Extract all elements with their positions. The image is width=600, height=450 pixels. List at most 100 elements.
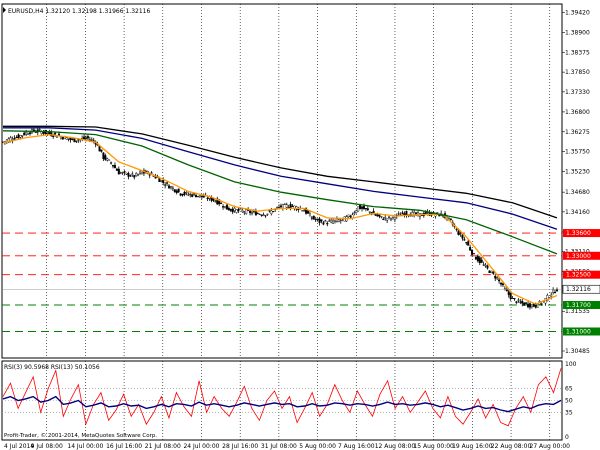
bull-candle-body [268,210,271,212]
bear-candle-body [123,171,126,173]
bull-candle-body [135,173,138,176]
bear-candle-body [85,137,88,139]
x-axis-tick-label: 22 Aug 08:00 [491,443,532,450]
bull-candle-body [65,137,68,140]
bull-candle-body [324,220,327,222]
bull-candle-body [270,210,273,215]
bear-candle-body [67,138,70,140]
bear-candle-body [83,136,86,140]
bull-candle-body [245,209,248,214]
bull-candle-body [171,187,174,190]
bull-candle-body [447,217,450,219]
bull-candle-body [334,219,337,222]
bear-candle-body [112,164,115,167]
x-axis-tick-label: 16 Jul 16:00 [106,443,142,450]
bear-candle-body [467,241,470,246]
bull-candle-body [482,264,485,266]
x-axis-tick-label: 28 Jul 16:00 [222,443,258,450]
bull-candle-body [332,220,335,224]
symbol-info-label: EURUSD,H4 1.32120 1.32198 1.31966 1.3211… [8,8,150,15]
bull-candle-body [185,192,188,194]
bear-candle-body [507,291,510,295]
bear-candle-body [376,214,379,217]
bull-candle-body [187,194,190,196]
y-axis-tick-label: 1.36275 [565,129,590,136]
x-axis-tick-label: 7 Aug 16:00 [338,443,375,450]
bear-candle-body [200,195,203,198]
bull-candle-body [169,186,172,188]
trading-terminal: 4 Jul 2014 9 Jul 08:00 14 Jul 00:00 16 Jul … [0,0,600,450]
y-axis-tick-label: 1.39420 [565,10,590,17]
bear-candle-body [312,215,315,220]
bear-candle-body [449,218,452,221]
bull-candle-body [121,172,124,174]
bear-candle-body [86,136,89,139]
bear-candle-body [478,257,481,264]
bear-candle-body [17,134,20,139]
bear-candle-body [279,205,282,208]
bear-candle-body [113,164,116,169]
bear-candle-body [361,206,364,209]
x-axis-tick-label: 14 Jul 00:00 [67,443,103,450]
bear-candle-body [322,222,325,225]
bear-candle-body [256,213,259,215]
bear-candle-body [472,253,475,255]
bear-candle-body [127,173,130,177]
bear-candle-body [133,175,136,178]
bear-candle-body [359,205,362,210]
bull-candle-body [137,173,140,176]
bear-candle-body [15,137,18,139]
bull-candle-body [21,135,24,137]
bear-candle-body [291,205,294,207]
bear-candle-body [220,203,223,205]
bear-candle-body [177,188,180,193]
price-level-tag-label: 1.31000 [566,328,591,335]
bear-candle-body [166,182,169,184]
bull-candle-body [357,206,360,212]
bear-candle-body [34,131,37,133]
bull-candle-body [196,195,199,197]
bear-candle-body [183,191,186,195]
price-chart[interactable]: 4 Jul 20149 Jul 08:00 14 Jul 00:00 16 Jul … [0,0,600,450]
bull-candle-body [484,264,487,267]
bull-candle-body [27,133,30,135]
bull-candle-body [276,207,279,209]
bull-candle-body [198,194,201,197]
x-axis-tick-label: 21 Jul 08:00 [145,443,181,450]
bear-candle-body [405,211,408,216]
bull-candle-body [235,209,238,213]
bear-candle-body [54,132,57,135]
bear-candle-body [164,184,167,186]
bull-candle-body [56,136,59,138]
bear-candle-body [173,189,176,193]
bear-candle-body [73,138,76,143]
copyright-label: Profit-Trader, © 2001-2014, MetaQuotes S… [4,432,157,439]
bear-candle-body [61,136,64,140]
bear-candle-body [488,270,491,274]
bull-candle-body [308,213,311,217]
y-axis-tick-label: 1.31535 [565,308,590,315]
bear-candle-body [525,302,528,304]
bear-candle-body [310,217,313,219]
bull-candle-body [353,212,356,214]
bull-candle-body [214,201,217,203]
y-axis-tick-label: 1.35750 [565,149,590,156]
rsi-y-axis-tick-label: 35 [565,409,573,416]
bear-candle-body [222,206,225,208]
bear-candle-body [486,265,489,269]
bear-candle-body [231,208,234,213]
bull-candle-body [301,210,304,212]
bear-candle-body [382,218,385,220]
y-axis-tick-label: 1.34680 [565,189,590,196]
bear-candle-body [195,195,198,198]
bull-candle-body [384,217,387,219]
bull-candle-body [550,294,553,297]
bear-candle-body [264,215,267,217]
bull-candle-body [38,129,41,131]
bull-candle-body [88,139,91,141]
bull-candle-body [355,210,358,214]
bull-candle-body [241,210,244,213]
bull-candle-body [189,193,192,195]
x-axis-tick-label: 12 Aug 08:00 [375,443,416,450]
current-price-tag-label: 1.32116 [566,286,591,293]
